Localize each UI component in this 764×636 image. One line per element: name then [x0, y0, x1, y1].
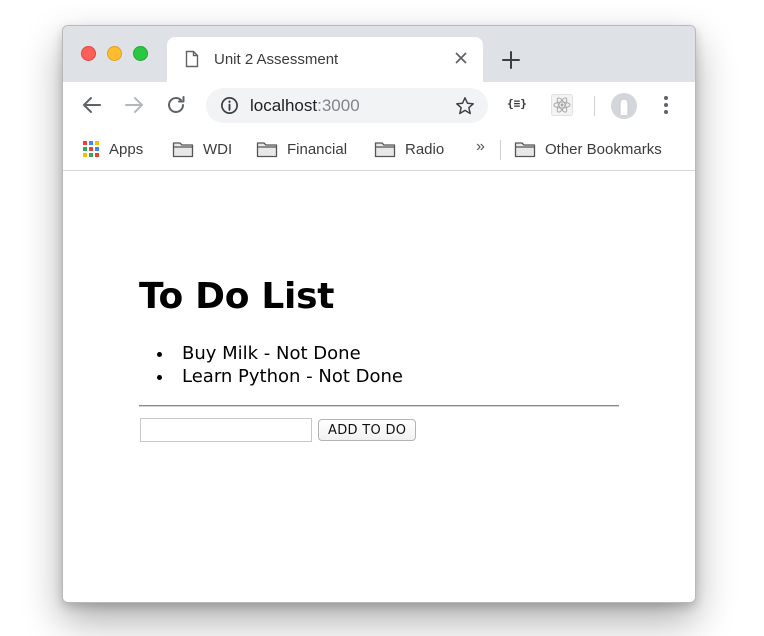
folder-icon: [374, 142, 396, 158]
bookmark-label: Financial: [287, 140, 348, 158]
page-icon: [185, 50, 199, 68]
tab-title: Unit 2 Assessment: [214, 51, 339, 68]
plus-icon[interactable]: [500, 49, 522, 71]
bookmark-apps-label: Apps: [109, 140, 144, 158]
folder-icon: [256, 142, 278, 158]
forward-arrow-icon[interactable]: [122, 93, 146, 117]
todo-list: Buy Milk - Not Done Learn Python - Not D…: [174, 342, 403, 388]
bookmark-folder-other[interactable]: Other Bookmarks: [514, 140, 662, 158]
minimize-window-button[interactable]: [107, 46, 122, 61]
tab-strip: Unit 2 Assessment: [63, 26, 695, 82]
zoom-window-button[interactable]: [133, 46, 148, 61]
apps-grid-icon: [83, 141, 99, 157]
toolbar: localhost:3000 {≡}: [63, 82, 695, 129]
toolbar-divider: [594, 96, 595, 116]
divider: [139, 405, 619, 407]
page-content: To Do List Buy Milk - Not Done Learn Pyt…: [63, 172, 695, 602]
menu-dots-icon[interactable]: [660, 94, 672, 116]
bookmark-folder-radio[interactable]: Radio: [374, 140, 444, 158]
folder-icon: [172, 142, 194, 158]
url-host: localhost: [250, 96, 318, 115]
react-icon[interactable]: [551, 94, 573, 116]
add-todo-button[interactable]: ADD TO DO: [318, 419, 417, 441]
bookmark-apps[interactable]: Apps: [82, 140, 143, 158]
address-bar[interactable]: localhost:3000: [206, 88, 488, 123]
folder-icon: [514, 142, 536, 158]
bookmarks-overflow-button[interactable]: »: [476, 138, 485, 156]
avatar[interactable]: [611, 93, 637, 119]
todo-item: Buy Milk - Not Done: [174, 342, 403, 365]
bookmark-label: Other Bookmarks: [545, 140, 662, 158]
info-icon[interactable]: [220, 96, 239, 115]
url-port: :3000: [317, 96, 360, 115]
bookmark-label: WDI: [203, 140, 233, 158]
bookmarks-bar: Apps WDI Financial Radio » Other Bookmar…: [63, 129, 695, 171]
url-text: localhost:3000: [250, 96, 360, 116]
bookmark-folder-wdi[interactable]: WDI: [172, 140, 232, 158]
bookmark-folder-financial[interactable]: Financial: [256, 140, 347, 158]
browser-window: Unit 2 Assessment localhost:3000 {≡} App…: [62, 25, 696, 603]
back-arrow-icon[interactable]: [80, 93, 104, 117]
tab-unit-2-assessment[interactable]: Unit 2 Assessment: [167, 37, 483, 82]
star-icon[interactable]: [454, 95, 476, 117]
bookmarks-divider: [500, 140, 501, 160]
reload-icon[interactable]: [164, 93, 188, 117]
close-icon[interactable]: [453, 50, 469, 66]
json-viewer-extension[interactable]: {≡}: [507, 97, 527, 110]
close-window-button[interactable]: [81, 46, 96, 61]
bookmark-label: Radio: [405, 140, 445, 158]
todo-item: Learn Python - Not Done: [174, 365, 403, 388]
todo-input[interactable]: [140, 418, 312, 442]
page-title: To Do List: [139, 276, 335, 317]
